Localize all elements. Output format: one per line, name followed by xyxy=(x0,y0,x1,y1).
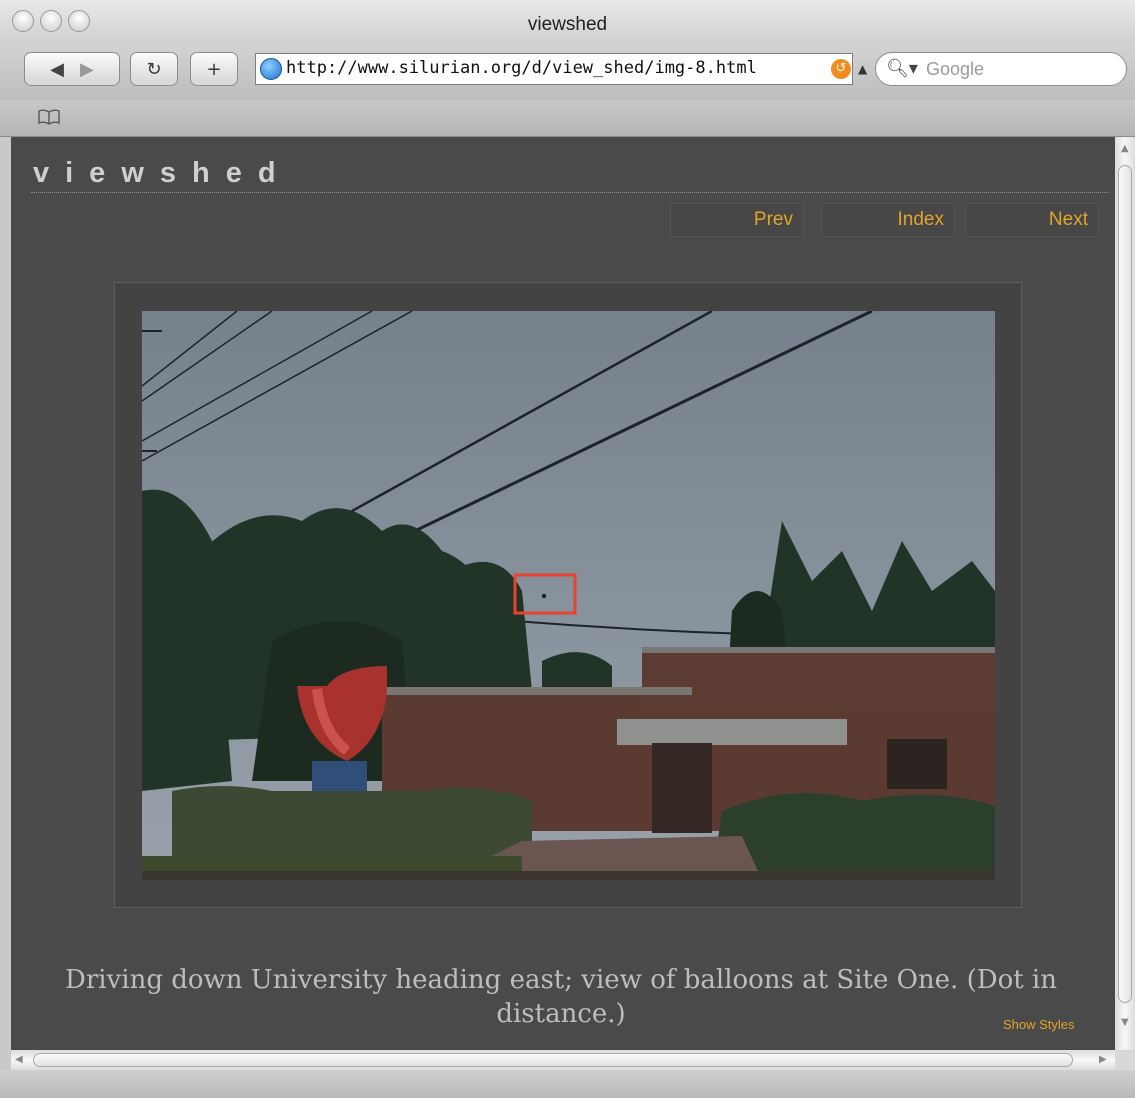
search-field[interactable]: 🔍︎▾ Google xyxy=(875,52,1127,86)
address-text[interactable]: http://www.silurian.org/d/view_shed/img-… xyxy=(286,58,757,78)
photo-caption: Driving down University heading east; vi… xyxy=(64,965,1057,1029)
bookmarks-book-icon[interactable] xyxy=(38,109,60,130)
scroll-down-arrow-icon[interactable]: ▼ xyxy=(1121,1017,1129,1028)
horizontal-scrollbar[interactable]: ◀ ▶ xyxy=(11,1050,1115,1070)
address-bar[interactable]: http://www.silurian.org/d/view_shed/img-… xyxy=(255,53,853,85)
search-placeholder: Google xyxy=(926,59,985,79)
prev-link[interactable]: Prev xyxy=(670,203,804,237)
show-styles-link[interactable]: Show Styles xyxy=(1003,1017,1075,1032)
globe-icon xyxy=(260,58,282,80)
search-icon[interactable]: 🔍︎▾ xyxy=(886,58,918,79)
next-link[interactable]: Next xyxy=(965,203,1099,237)
photo-balloons-site-one xyxy=(142,311,995,880)
back-icon[interactable]: ◀ xyxy=(50,59,64,80)
rss-icon[interactable]: ↺ xyxy=(831,59,851,79)
bookmarks-bar xyxy=(0,100,1135,137)
title-divider xyxy=(31,192,1109,193)
site-title: viewshed xyxy=(33,157,292,189)
scroll-up-arrow-icon[interactable]: ▲ xyxy=(1121,143,1129,154)
page-content: viewshed Prev Index Next Driving down Un… xyxy=(11,137,1115,1050)
add-bookmark-icon: + xyxy=(206,58,222,80)
index-link[interactable]: Index xyxy=(821,203,955,237)
window-title: viewshed xyxy=(527,14,608,35)
add-bookmark-button[interactable]: + xyxy=(190,52,238,86)
reload-button[interactable]: ↻ xyxy=(130,52,178,86)
snapback-chevron-icon[interactable]: ▲ xyxy=(858,62,867,76)
window-bottom-bar xyxy=(0,1070,1135,1098)
scroll-right-arrow-icon[interactable]: ▶ xyxy=(1099,1054,1107,1065)
window-titlebar: viewshed xyxy=(0,0,1135,44)
scroll-left-arrow-icon[interactable]: ◀ xyxy=(15,1054,23,1065)
back-forward-group: ◀ ▶ xyxy=(24,52,120,86)
forward-icon[interactable]: ▶ xyxy=(80,59,94,80)
horizontal-scroll-thumb[interactable] xyxy=(33,1053,1073,1067)
vertical-scroll-thumb[interactable] xyxy=(1118,165,1132,1003)
browser-toolbar: ◀ ▶ ↻ + http://www.silurian.org/d/view_s… xyxy=(0,44,1135,100)
vertical-scrollbar[interactable]: ▲ ▼ xyxy=(1115,137,1135,1050)
reload-icon: ↻ xyxy=(146,58,162,80)
window-left-edge xyxy=(0,137,11,1070)
